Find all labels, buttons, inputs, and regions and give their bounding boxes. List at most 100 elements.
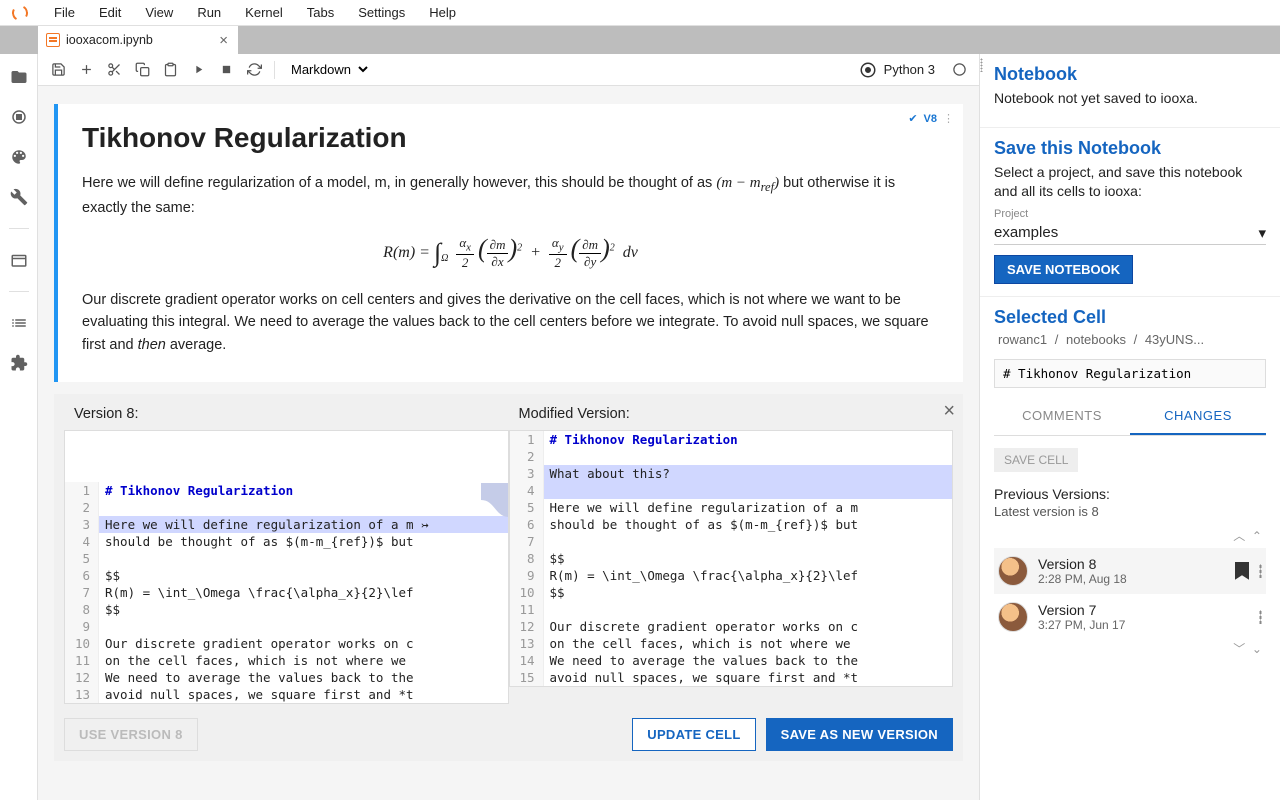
menubar: File Edit View Run Kernel Tabs Settings …: [0, 0, 1280, 26]
kernel-status-icon[interactable]: [947, 58, 971, 82]
iooxa-icon[interactable]: [856, 58, 880, 82]
version-badge: V8: [924, 113, 937, 125]
code-line: 1# Tikhonov Regularization: [65, 482, 508, 499]
code-line: 11on the cell faces, which is not where …: [65, 652, 508, 669]
menu-view[interactable]: View: [133, 5, 185, 20]
more-icon[interactable]: ⋮: [943, 112, 955, 125]
more-icon[interactable]: [1259, 564, 1262, 578]
avatar: [998, 556, 1028, 586]
notebook-body[interactable]: ✔ V8 ⋮ Tikhonov Regularization Here we w…: [38, 86, 979, 800]
version-row[interactable]: Version 73:27 PM, Jun 17: [994, 594, 1266, 640]
code-line: 4should be thought of as $(m-m_{ref})$ b…: [65, 533, 508, 550]
code-line: 10Our discrete gradient operator works o…: [65, 635, 508, 652]
version-row[interactable]: Version 82:28 PM, Aug 18: [994, 548, 1266, 594]
panel-selected-heading: Selected Cell: [994, 307, 1266, 328]
notebook-tab[interactable]: iooxacom.ipynb ×: [38, 26, 238, 54]
version-title: Version 8: [1038, 556, 1225, 572]
right-panel: Notebook Notebook not yet saved to iooxa…: [980, 54, 1280, 800]
code-line: 11: [510, 601, 953, 618]
tab-changes[interactable]: CHANGES: [1130, 398, 1266, 435]
version-nav[interactable]: ︿ ⌃: [994, 527, 1266, 544]
code-line: 10$$: [510, 584, 953, 601]
more-icon[interactable]: [1259, 610, 1262, 624]
close-icon[interactable]: ×: [943, 400, 955, 423]
chevron-down-icon: ▾: [1258, 224, 1266, 242]
cell-title-input[interactable]: [994, 359, 1266, 388]
menu-settings[interactable]: Settings: [346, 5, 417, 20]
version-nav-down[interactable]: ﹀ ⌄: [994, 640, 1266, 657]
kernel-name[interactable]: Python 3: [884, 62, 935, 77]
diff-panel: × Version 8: 1# Tikhonov Regularization2…: [54, 394, 963, 761]
restart-icon[interactable]: [242, 58, 266, 82]
code-line: 4: [510, 482, 953, 499]
add-icon[interactable]: [74, 58, 98, 82]
cell-type-select[interactable]: Markdown: [283, 59, 371, 80]
save-new-version-button[interactable]: SAVE AS NEW VERSION: [766, 718, 953, 751]
code-line: 13avoid null spaces, we square first and…: [65, 686, 508, 703]
breadcrumb[interactable]: rowanc1 / notebooks / 43yUNS...: [994, 332, 1266, 347]
code-line: 5: [65, 550, 508, 567]
jupyter-logo-icon: [12, 5, 28, 21]
close-icon[interactable]: ×: [219, 32, 228, 49]
main-area: Markdown Python 3 ✔ V8 ⋮ Tikhonov Regula…: [38, 54, 980, 800]
markdown-cell[interactable]: ✔ V8 ⋮ Tikhonov Regularization Here we w…: [54, 104, 963, 382]
diff-right-code[interactable]: 1# Tikhonov Regularization23What about t…: [509, 430, 954, 687]
menu-tabs[interactable]: Tabs: [295, 5, 346, 20]
paste-icon[interactable]: [158, 58, 182, 82]
cell-paragraph-1: Here we will define regularization of a …: [82, 172, 939, 220]
code-line: 9R(m) = \int_\Omega \frac{\alpha_x}{2}\l…: [510, 567, 953, 584]
project-label: Project: [994, 208, 1266, 220]
code-line: 13on the cell faces, which is not where …: [510, 635, 953, 652]
version-title: Version 7: [1038, 602, 1249, 618]
code-line: 7: [510, 533, 953, 550]
verified-icon: ✔: [908, 112, 917, 125]
activity-bar: [0, 54, 38, 800]
tabstrip: iooxacom.ipynb ×: [0, 26, 1280, 54]
menu-file[interactable]: File: [42, 5, 87, 20]
notebook-icon: [46, 33, 60, 47]
code-line: 9: [65, 618, 508, 635]
stop-icon[interactable]: [214, 58, 238, 82]
tab-icon[interactable]: [10, 251, 28, 269]
cell-title: Tikhonov Regularization: [82, 122, 939, 154]
cell-paragraph-2: Our discrete gradient operator works on …: [82, 289, 939, 356]
diff-left-title: Version 8:: [64, 404, 509, 430]
code-line: 3What about this?: [510, 465, 953, 482]
menu-edit[interactable]: Edit: [87, 5, 133, 20]
save-cell-button: SAVE CELL: [994, 448, 1078, 472]
update-cell-button[interactable]: UPDATE CELL: [632, 718, 755, 751]
notebook-toolbar: Markdown Python 3: [38, 54, 979, 86]
menu-kernel[interactable]: Kernel: [233, 5, 295, 20]
code-line: 1# Tikhonov Regularization: [510, 431, 953, 448]
avatar: [998, 602, 1028, 632]
tab-comments[interactable]: COMMENTS: [994, 398, 1130, 435]
code-line: 6should be thought of as $(m-m_{ref})$ b…: [510, 516, 953, 533]
toc-icon[interactable]: [10, 314, 28, 332]
save-notebook-button[interactable]: SAVE NOTEBOOK: [994, 255, 1133, 284]
copy-icon[interactable]: [130, 58, 154, 82]
previous-versions-title: Previous Versions:: [994, 486, 1266, 502]
diff-left-code[interactable]: 1# Tikhonov Regularization23Here we will…: [64, 430, 509, 704]
folder-icon[interactable]: [10, 68, 28, 86]
tab-filename: iooxacom.ipynb: [66, 33, 153, 47]
resize-handle[interactable]: [980, 54, 986, 800]
bookmark-icon[interactable]: [1235, 562, 1249, 580]
use-version-button: USE VERSION 8: [64, 718, 198, 751]
wrench-icon[interactable]: [10, 188, 28, 206]
panel-notebook-status: Notebook not yet saved to iooxa.: [994, 89, 1266, 109]
math-equation: R(m) = ∫Ω αx2 (∂m∂x)2 + αy2 (∂m∂y)2 dv: [82, 234, 939, 271]
run-icon[interactable]: [186, 58, 210, 82]
project-select[interactable]: examples ▾: [994, 220, 1266, 245]
running-icon[interactable]: [10, 108, 28, 126]
menu-help[interactable]: Help: [417, 5, 468, 20]
panel-save-desc: Select a project, and save this notebook…: [994, 163, 1266, 202]
save-icon[interactable]: [46, 58, 70, 82]
code-line: 2: [510, 448, 953, 465]
code-line: 2: [65, 499, 508, 516]
menu-run[interactable]: Run: [185, 5, 233, 20]
code-line: 8$$: [65, 601, 508, 618]
palette-icon[interactable]: [10, 148, 28, 166]
extension-icon[interactable]: [10, 354, 28, 372]
cut-icon[interactable]: [102, 58, 126, 82]
code-line: 3Here we will define regularization of a…: [65, 516, 508, 533]
